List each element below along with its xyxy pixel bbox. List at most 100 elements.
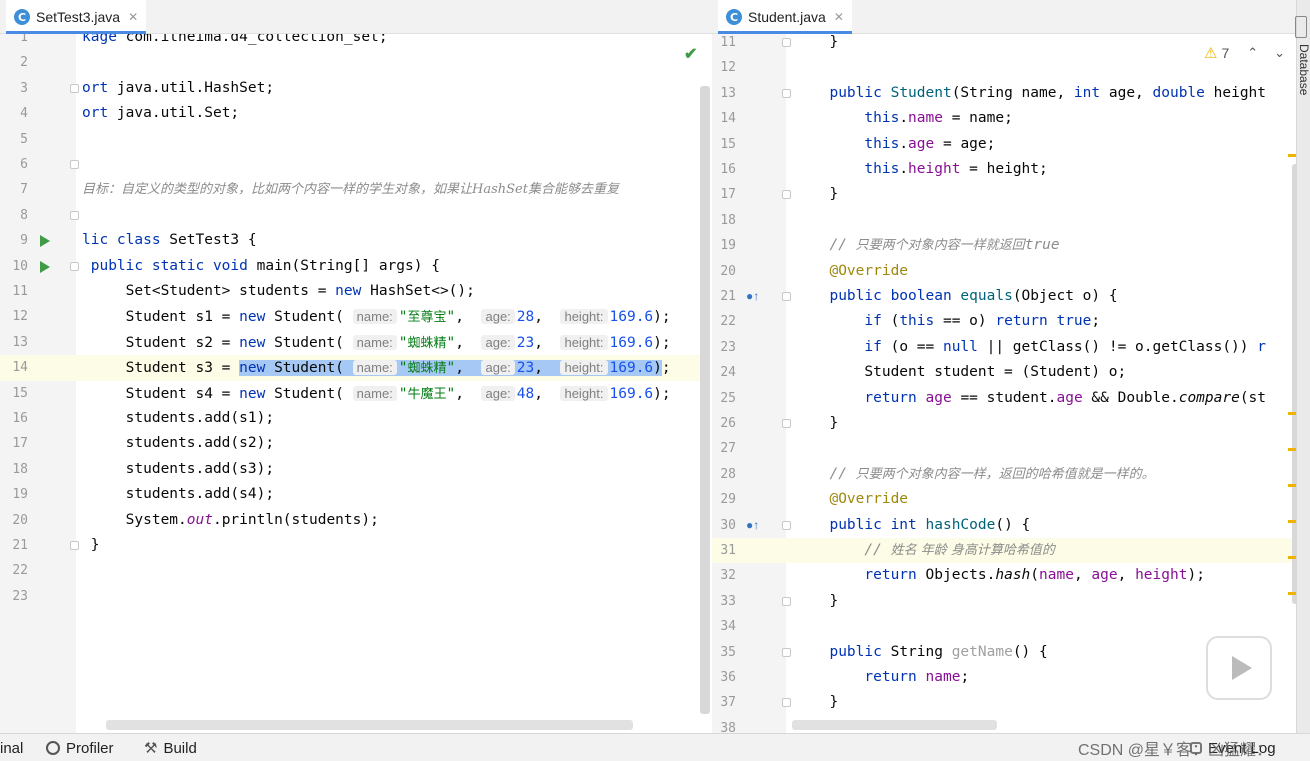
code-line[interactable]: 19 // 只要两个对象内容一样就返回true (712, 233, 1296, 258)
override-gutter-icon[interactable]: ●↑ (746, 518, 759, 532)
code-line[interactable]: 16 this.height = height; (712, 157, 1296, 182)
right-code-area[interactable]: 11 } 12 13 public Student(String name, int… (712, 34, 1296, 733)
code-line[interactable]: 24 Student student = (Student) o; (712, 360, 1296, 385)
event-log-tool[interactable]: Event Log (1190, 734, 1276, 761)
code-line[interactable]: 23 (0, 584, 700, 609)
chevron-up-icon[interactable]: ⌃ (1247, 45, 1258, 61)
fold-marker-icon[interactable] (782, 520, 791, 530)
line-number: 18 (720, 212, 736, 228)
tab-settest3[interactable]: C SetTest3.java ✕ (6, 0, 147, 34)
code-text: public String getName() { (829, 643, 1048, 660)
chevron-down-icon[interactable]: ⌄ (1274, 45, 1285, 61)
right-horizontal-scrollbar[interactable] (792, 720, 997, 730)
line-number: 22 (12, 563, 28, 579)
fold-marker-icon[interactable] (782, 419, 791, 428)
build-tool[interactable]: ⚒ Build (144, 734, 197, 761)
override-gutter-icon[interactable]: ●↑ (746, 289, 759, 303)
line-number: 18 (12, 461, 28, 477)
code-line[interactable]: 14 Student s3 = new Student( name: "蜘蛛精",… (0, 355, 700, 381)
fold-marker-icon[interactable] (782, 292, 791, 301)
code-text: public static void main(String[] args) { (90, 257, 440, 274)
left-code-area[interactable]: 1 kage com.itheima.d4_collection_set; 2 3 or… (0, 34, 700, 733)
code-line[interactable]: 30 ●↑ public int hashCode() { (712, 513, 1296, 538)
code-line[interactable]: 32 return Objects.hash(name, age, height… (712, 563, 1296, 588)
code-line[interactable]: 2 (0, 50, 700, 75)
terminal-tool[interactable]: inal (0, 734, 23, 761)
line-number: 3 (20, 80, 28, 96)
code-line[interactable]: 12 Student s1 = new Student( name: "至尊宝",… (0, 304, 700, 329)
code-line[interactable]: 20 System.out.println(students); (0, 508, 700, 533)
close-tab-icon[interactable]: ✕ (128, 10, 138, 24)
code-line[interactable]: 4 ort java.util.Set; (0, 101, 700, 126)
code-line[interactable]: 16 students.add(s1); (0, 406, 700, 431)
fold-marker-icon[interactable] (782, 698, 791, 708)
code-text: this.height = height; (864, 161, 1048, 177)
code-line[interactable]: 1 kage com.itheima.d4_collection_set; (0, 34, 700, 50)
code-line[interactable]: 19 students.add(s4); (0, 482, 700, 507)
code-line[interactable]: 11 Set<Student> students = new HashSet<>… (0, 279, 700, 304)
code-line[interactable]: 21 ●↑ public boolean equals(Object o) { (712, 284, 1296, 309)
code-line[interactable]: 5 (0, 127, 700, 152)
close-tab-icon[interactable]: ✕ (834, 10, 844, 24)
code-line[interactable]: 8 (0, 203, 700, 228)
line-number: 33 (720, 593, 736, 609)
video-play-icon[interactable] (1206, 636, 1272, 700)
code-line[interactable]: 18 students.add(s3); (0, 457, 700, 482)
code-line[interactable]: 17 students.add(s2); (0, 431, 700, 456)
code-line[interactable]: 29 @Override (712, 487, 1296, 512)
tab-student[interactable]: C Student.java ✕ (718, 0, 852, 34)
fold-marker-icon[interactable] (782, 190, 791, 200)
code-line[interactable]: 22 if (this == o) return true; (712, 309, 1296, 334)
fold-marker-icon[interactable] (70, 160, 79, 169)
code-text: Student s4 = new Student( name: "牛魔王", ag… (82, 385, 671, 402)
code-line[interactable]: 21 } (0, 533, 700, 558)
code-text: } (812, 592, 839, 609)
run-gutter-icon[interactable] (40, 235, 50, 248)
fold-marker-icon[interactable] (782, 88, 791, 98)
code-line[interactable]: 31 // 姓名 年龄 身高计算哈希值的 (712, 538, 1296, 564)
fold-marker-icon[interactable] (782, 596, 791, 606)
code-line[interactable]: 6 (0, 152, 700, 177)
warning-icon: ⚠ (1204, 45, 1218, 62)
code-line[interactable]: 28 // 只要两个对象内容一样，返回的哈希值就是一样的。 (712, 462, 1296, 487)
code-text: this.age = age; (864, 135, 996, 152)
code-line[interactable]: 18 (712, 208, 1296, 233)
code-line[interactable]: 15 this.age = age; (712, 132, 1296, 157)
code-text: } (812, 694, 839, 711)
code-line[interactable]: 26 } (712, 411, 1296, 436)
code-line[interactable]: 15 Student s4 = new Student( name: "牛魔王",… (0, 381, 700, 406)
code-line[interactable]: 25 return age == student.age && Double.c… (712, 386, 1296, 411)
inspection-widget[interactable]: ⚠ 7 ⌃ ⌄ (1200, 44, 1290, 62)
fold-marker-icon[interactable] (70, 83, 79, 93)
code-line[interactable]: 13 Student s2 = new Student( name: "蜘蛛精",… (0, 330, 700, 355)
run-gutter-icon[interactable] (40, 260, 50, 273)
code-text: Student s3 = new Student( name: "蜘蛛精", ag… (82, 360, 671, 377)
line-number: 14 (720, 111, 736, 127)
code-line[interactable]: 14 this.name = name; (712, 106, 1296, 131)
left-vertical-scrollbar[interactable] (700, 86, 710, 714)
code-line[interactable]: 3 ort java.util.HashSet; (0, 76, 700, 101)
code-line[interactable]: 22 (0, 558, 700, 583)
code-text: public Student(String name, int age, dou… (829, 84, 1267, 101)
code-line[interactable]: 23 if (o == null || getClass() != o.getC… (712, 335, 1296, 360)
fold-marker-icon[interactable] (70, 541, 79, 550)
code-line[interactable]: 7 目标：自定义的类型的对象，比如两个内容一样的学生对象，如果让HashSet集合… (0, 177, 700, 202)
fold-marker-icon[interactable] (782, 647, 791, 657)
code-line[interactable]: 13 public Student(String name, int age, … (712, 81, 1296, 106)
database-icon[interactable] (1295, 16, 1307, 38)
code-line[interactable]: 9 lic class SetTest3 { (0, 228, 700, 253)
profiler-tool[interactable]: Profiler (46, 734, 114, 761)
line-number: 20 (12, 512, 28, 528)
code-line[interactable]: 33 } (712, 589, 1296, 614)
line-number: 12 (12, 309, 28, 325)
fold-marker-icon[interactable] (70, 210, 79, 220)
code-line[interactable]: 27 (712, 436, 1296, 461)
fold-marker-icon[interactable] (782, 38, 791, 47)
left-horizontal-scrollbar[interactable] (106, 720, 633, 730)
code-line[interactable]: 34 (712, 614, 1296, 639)
database-tool-label[interactable]: Database (1297, 44, 1310, 95)
code-line[interactable]: 17 } (712, 182, 1296, 207)
code-line[interactable]: 20 @Override (712, 259, 1296, 284)
code-line[interactable]: 10 public static void main(String[] args… (0, 254, 700, 279)
fold-marker-icon[interactable] (70, 261, 79, 271)
